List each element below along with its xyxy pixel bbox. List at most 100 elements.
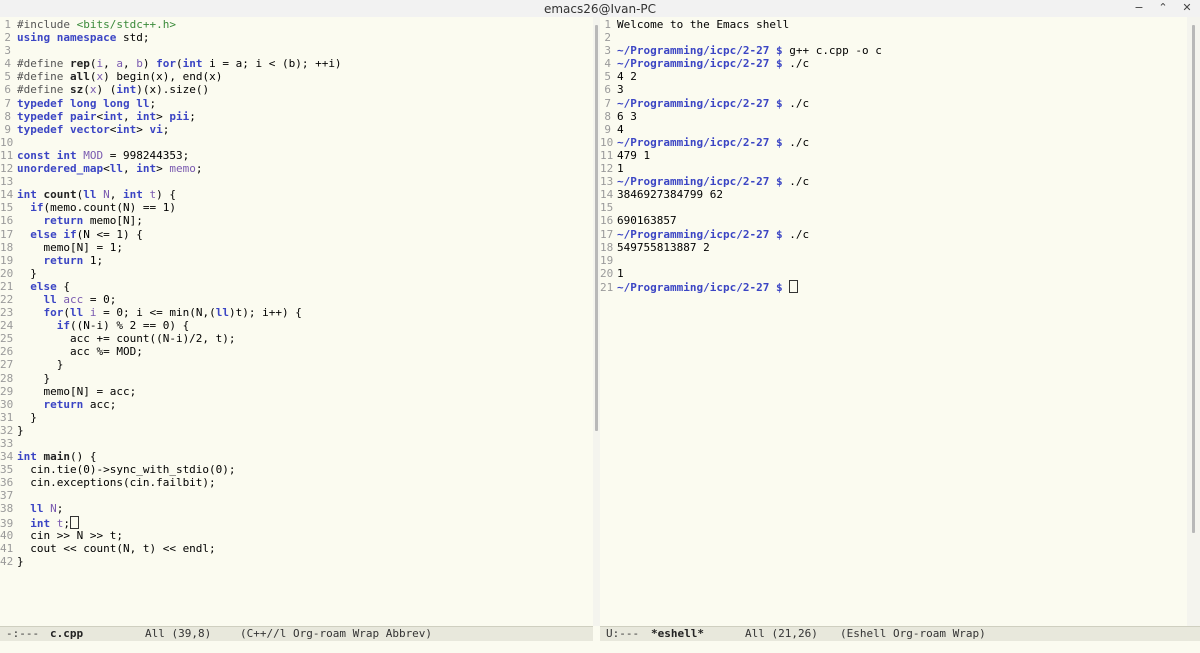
right-mode-line[interactable]: U:--- *eshell* All (21,26) (Eshell Org-roam… — [600, 626, 1200, 642]
eshell-line[interactable]: 18 549755813887 2 — [600, 241, 882, 254]
code-line[interactable]: 27 } — [0, 358, 342, 371]
code-line[interactable]: 26 acc %= MOD; — [0, 345, 342, 358]
eshell-line[interactable]: 11 479 1 — [600, 149, 882, 162]
eshell-text-area[interactable]: 1 Welcome to the Emacs shell 2 3 ~/Programmi… — [600, 18, 882, 294]
eshell-line[interactable]: 20 1 — [600, 267, 882, 280]
eshell-line[interactable]: 14 3846927384799 62 — [600, 188, 882, 201]
eshell-line[interactable]: 7 ~/Programming/icpc/2-27 $ ./c — [600, 97, 882, 110]
eshell-line[interactable]: 19 — [600, 254, 882, 267]
eshell-pane[interactable]: 1 Welcome to the Emacs shell 2 3 ~/Programmi… — [600, 17, 1187, 626]
code-line[interactable]: 11 const int MOD = 998244353; — [0, 149, 342, 162]
code-line[interactable]: 17 else if(N <= 1) { — [0, 228, 342, 241]
code-line[interactable]: 1 #include <bits/stdc++.h> — [0, 18, 342, 31]
code-line[interactable]: 41 cout << count(N, t) << endl; — [0, 542, 342, 555]
right-scrollbar-thumb[interactable] — [1192, 25, 1195, 533]
code-line[interactable]: 16 return memo[N]; — [0, 214, 342, 227]
eshell-line[interactable]: 5 4 2 — [600, 70, 882, 83]
eshell-line[interactable]: 2 — [600, 31, 882, 44]
code-line[interactable]: 37 — [0, 489, 342, 502]
close-icon[interactable]: ✕ — [1180, 1, 1194, 14]
line-number: 5 — [4, 70, 11, 84]
code-line[interactable]: 22 ll acc = 0; — [0, 293, 342, 306]
code-line[interactable]: 23 for(ll i = 0; i <= min(N,(ll)t); i++)… — [0, 306, 342, 319]
left-modeline-buffer-name[interactable]: c.cpp — [50, 627, 83, 641]
eshell-line[interactable]: 63 — [600, 83, 882, 96]
code-line[interactable]: 24 if((N-i) % 2 == 0) { — [0, 319, 342, 332]
code-line[interactable]: 10 — [0, 136, 342, 149]
line-number: 18 — [600, 240, 614, 254]
code-line[interactable]: 29 memo[N] = acc; — [0, 385, 342, 398]
left-scrollbar-thumb[interactable] — [595, 25, 598, 431]
code-line[interactable]: 5 #define all(x) begin(x), end(x) — [0, 70, 342, 83]
eshell-line[interactable]: 12 1 — [600, 162, 882, 175]
code-line[interactable]: 33 — [0, 437, 342, 450]
code-line[interactable]: 36 cin.exceptions(cin.failbit); — [0, 476, 342, 489]
code-line[interactable]: 7 typedef long long ll; — [0, 97, 342, 110]
code-line[interactable]: 32} — [0, 424, 342, 437]
code-line[interactable]: 6 #define sz(x) (int)(x).size() — [0, 83, 342, 96]
code-line[interactable]: 15 if(memo.count(N) == 1) — [0, 201, 342, 214]
line-number: 19 — [0, 253, 14, 267]
code-line[interactable]: 3 — [0, 44, 342, 57]
code-line[interactable]: 31 } — [0, 411, 342, 424]
left-modeline-modes[interactable]: (C++//l Org-roam Wrap Abbrev) — [240, 627, 432, 641]
line-number: 24 — [0, 319, 14, 333]
code-line[interactable]: 21 else { — [0, 280, 342, 293]
maximize-icon[interactable]: ⌃ — [1156, 1, 1170, 14]
code-editor-pane[interactable]: 1 #include <bits/stdc++.h> 2 using namespac… — [0, 17, 593, 626]
code-line[interactable]: 38 ll N; — [0, 502, 342, 515]
code-line[interactable]: 40 cin >> N >> t; — [0, 529, 342, 542]
code-line[interactable]: 4 #define rep(i, a, b) for(int i = a; i <… — [0, 57, 341, 70]
eshell-line[interactable]: 16 690163857 — [600, 214, 882, 227]
eshell-line[interactable]: 94 — [600, 123, 882, 136]
right-modeline-modes[interactable]: (Eshell Org-roam Wrap) — [840, 627, 986, 641]
code-line[interactable]: 9 typedef vector<int> vi; — [0, 123, 342, 136]
line-number: 41 — [0, 541, 14, 555]
code-line[interactable]: 28 } — [0, 372, 342, 385]
line-number: 13 — [0, 175, 14, 189]
minibuffer[interactable] — [0, 641, 1200, 653]
line-number: 34 — [0, 450, 14, 464]
eshell-line[interactable]: 13 ~/Programming/icpc/2-27 $ ./c — [600, 175, 882, 188]
code-line[interactable]: 19 return 1; — [0, 254, 342, 267]
eshell-line-text: ~/Programming/icpc/2-27 $ — [617, 279, 799, 294]
text-cursor — [789, 279, 799, 293]
eshell-line[interactable]: 8 6 3 — [600, 110, 882, 123]
eshell-line[interactable]: 21 ~/Programming/icpc/2-27 $ — [600, 279, 882, 294]
eshell-line-text: 479 1 — [617, 148, 651, 162]
eshell-line[interactable]: 17 ~/Programming/icpc/2-27 $ ./c — [600, 228, 882, 241]
eshell-line[interactable]: 1 Welcome to the Emacs shell — [600, 18, 882, 31]
code-line-text: } — [17, 358, 64, 372]
line-number: 3 — [4, 44, 11, 58]
eshell-line[interactable]: 4 ~/Programming/icpc/2-27 $ ./c — [600, 57, 882, 70]
line-number: 35 — [0, 463, 14, 477]
right-modeline-buffer-name[interactable]: *eshell* — [651, 627, 704, 641]
code-line[interactable]: 18 memo[N] = 1; — [0, 241, 342, 254]
code-text-area[interactable]: 1 #include <bits/stdc++.h> 2 using namespac… — [0, 18, 342, 568]
code-line-text: ll acc = 0; — [43, 292, 117, 306]
code-line[interactable]: 25 acc += count((N-i)/2, t); — [0, 332, 342, 345]
line-number: 1 — [4, 18, 11, 31]
code-line[interactable]: 12 unordered_map<ll, int> memo; — [0, 162, 342, 175]
left-mode-line[interactable]: -:--- c.cpp All (39,8) (C++//l Org-roam Wra… — [0, 626, 593, 642]
code-line[interactable]: 14 int count(ll N, int t) { — [0, 188, 342, 201]
code-line[interactable]: 34 int main() { — [0, 450, 342, 463]
code-line[interactable]: 8 typedef pair<int, int> pii; — [0, 110, 342, 123]
code-line[interactable]: 42} — [0, 555, 342, 568]
eshell-line[interactable]: 10 ~/Programming/icpc/2-27 $ ./c — [600, 136, 882, 149]
code-line-text: int main() { — [17, 450, 97, 464]
eshell-line-text: 6 3 — [617, 109, 637, 123]
left-scrollbar[interactable] — [593, 17, 600, 626]
code-line[interactable]: 13 — [0, 175, 342, 188]
eshell-line[interactable]: 3 ~/Programming/icpc/2-27 $ g++ c.cpp -o … — [600, 44, 882, 57]
code-line[interactable]: 20 } — [0, 267, 342, 280]
eshell-line[interactable]: 15 — [600, 201, 882, 214]
code-line[interactable]: 39 int t; — [0, 515, 342, 530]
code-line[interactable]: 2 using namespace std; — [0, 31, 342, 44]
minimize-icon[interactable]: − — [1132, 1, 1146, 14]
code-line[interactable]: 30 return acc; — [0, 398, 342, 411]
right-scrollbar[interactable] — [1187, 17, 1200, 626]
code-line-text: typedef vector<int> vi; — [17, 122, 170, 136]
code-line[interactable]: 35 cin.tie(0)->sync_with_stdio(0); — [0, 463, 342, 476]
code-line-text: unordered_map<ll, int> memo; — [17, 162, 203, 176]
